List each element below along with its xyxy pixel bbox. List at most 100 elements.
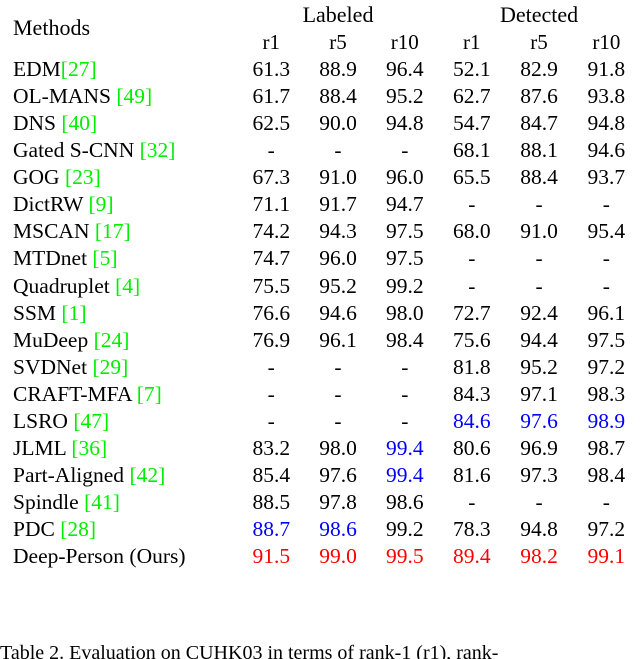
citation-reference[interactable]: [7] xyxy=(137,382,162,406)
citation-reference[interactable]: [42] xyxy=(129,463,165,487)
metric-value-cell: 61.3 xyxy=(252,56,291,81)
citation-reference[interactable]: [4] xyxy=(115,274,140,298)
citation-reference[interactable]: [49] xyxy=(116,84,152,108)
citation-reference[interactable]: [28] xyxy=(60,517,96,541)
metric-value-cell: 94.8 xyxy=(520,517,558,542)
metric-value-cell: 75.6 xyxy=(452,327,491,352)
metric-value-cell: 88.9 xyxy=(319,56,357,81)
metric-value-cell: - xyxy=(267,138,275,163)
metric-value-cell: 96.9 xyxy=(520,436,558,461)
metric-value-cell: 97.5 xyxy=(385,219,424,244)
table-row: MTDnet [5] 74.7 96.0 97.5 - - - xyxy=(0,246,640,273)
metric-value-cell: 94.8 xyxy=(385,110,424,135)
metric-value-cell: 95.2 xyxy=(319,273,357,298)
method-name-cell: PDC [28] xyxy=(13,517,97,542)
column-header-detected-r1: r1 xyxy=(463,30,481,54)
metric-value-cell: 91.0 xyxy=(520,219,558,244)
metric-value-cell: 96.1 xyxy=(319,327,357,352)
metric-value-cell: 74.2 xyxy=(252,219,291,244)
metric-value-cell: 94.3 xyxy=(319,219,357,244)
metric-value-cell: 97.3 xyxy=(520,463,558,488)
metric-value-cell: - xyxy=(401,354,409,379)
metric-value-cell: - xyxy=(267,354,275,379)
metric-value-cell: - xyxy=(401,381,409,406)
table-row: LSRO [47] - - - 84.6 97.6 98.9 xyxy=(0,408,640,435)
metric-value-cell: 90.0 xyxy=(319,110,357,135)
metric-value-cell: 94.8 xyxy=(587,110,626,135)
metric-value-cell: 97.6 xyxy=(520,409,558,434)
metric-value-cell: - xyxy=(602,192,610,217)
method-name-cell: EDM[27] xyxy=(13,56,97,81)
citation-reference[interactable]: [23] xyxy=(65,165,101,189)
citation-reference[interactable]: [29] xyxy=(92,355,128,379)
metric-value-cell: 82.9 xyxy=(520,56,558,81)
citation-reference[interactable]: [9] xyxy=(88,192,113,216)
metric-value-cell: 74.7 xyxy=(252,246,291,271)
metric-value-cell: - xyxy=(535,490,543,515)
metric-value-cell: - xyxy=(535,273,543,298)
column-header-labeled-r1: r1 xyxy=(262,30,281,54)
citation-reference[interactable]: [40] xyxy=(61,111,97,135)
method-name-cell: GOG [23] xyxy=(13,165,101,190)
table-row: SSM [1] 76.6 94.6 98.0 72.7 92.4 96.1 xyxy=(0,300,640,327)
metric-value-cell: 78.3 xyxy=(452,517,491,542)
table-row: MSCAN [17] 74.2 94.3 97.5 68.0 91.0 95.4 xyxy=(0,219,640,246)
metric-value-cell: 97.5 xyxy=(385,246,424,271)
column-group-header-detected: Detected xyxy=(500,1,579,27)
metric-value-cell: 94.6 xyxy=(319,300,357,325)
metric-value-cell: 98.6 xyxy=(319,517,357,542)
column-header-labeled-r5: r5 xyxy=(329,30,347,54)
method-name-cell: Part-Aligned [42] xyxy=(13,463,166,488)
method-name-cell: OL-MANS [49] xyxy=(13,83,153,108)
metric-value-cell: 83.2 xyxy=(252,436,291,461)
metric-value-cell: 97.6 xyxy=(319,463,357,488)
metric-value-cell: 93.8 xyxy=(587,83,626,108)
metric-value-cell: 96.0 xyxy=(319,246,357,271)
metric-value-cell: 52.1 xyxy=(452,56,491,81)
metric-value-cell: 91.7 xyxy=(319,192,357,217)
citation-reference[interactable]: [1] xyxy=(61,301,86,325)
metric-value-cell: - xyxy=(334,138,342,163)
metric-value-cell: 65.5 xyxy=(452,165,491,190)
metric-value-cell: 92.4 xyxy=(520,300,558,325)
metric-value-cell: 99.2 xyxy=(385,273,424,298)
citation-reference[interactable]: [32] xyxy=(140,138,176,162)
table-row: PDC [28] 88.7 98.6 99.2 78.3 94.8 97.2 xyxy=(0,517,640,544)
table-row-ours: Deep-Person (Ours) 91.5 99.0 99.5 89.4 98.2 99… xyxy=(0,544,640,571)
metric-value-cell: 88.4 xyxy=(520,165,558,190)
metric-value-cell-ours: 99.1 xyxy=(587,544,626,569)
method-name-cell: LSRO [47] xyxy=(13,409,110,434)
metric-value-cell: 54.7 xyxy=(452,110,491,135)
metric-value-cell: 68.1 xyxy=(452,138,491,163)
table-row: Gated S-CNN [32] - - - 68.1 88.1 94.6 xyxy=(0,137,640,164)
citation-reference[interactable]: [27] xyxy=(61,57,97,81)
table-row: SVDNet [29] - - - 81.8 95.2 97.2 xyxy=(0,354,640,381)
metric-value-cell: 94.7 xyxy=(385,192,424,217)
table-caption: Table 2. Evaluation on CUHK03 in terms o… xyxy=(0,642,499,659)
citation-reference[interactable]: [24] xyxy=(94,328,130,352)
metric-value-cell: 95.2 xyxy=(520,354,558,379)
metric-value-cell: 68.0 xyxy=(452,219,491,244)
metric-value-cell: - xyxy=(468,192,476,217)
citation-reference[interactable]: [36] xyxy=(71,436,107,460)
metric-value-cell: 75.5 xyxy=(252,273,291,298)
table-row: Part-Aligned [42] 85.4 97.6 99.4 81.6 97.3 98.… xyxy=(0,462,640,489)
column-header-detected-r5: r5 xyxy=(530,30,548,54)
metric-value-cell: 91.0 xyxy=(319,165,357,190)
metric-value-cell: 98.0 xyxy=(385,300,424,325)
citation-reference[interactable]: [47] xyxy=(73,409,109,433)
table-row: GOG [23] 67.3 91.0 96.0 65.5 88.4 93.7 xyxy=(0,164,640,191)
metric-value-cell: - xyxy=(602,490,610,515)
table-row: DictRW [9] 71.1 91.7 94.7 - - - xyxy=(0,191,640,218)
table-row: EDM[27] 61.3 88.9 96.4 52.1 82.9 91.8 xyxy=(0,56,640,83)
citation-reference[interactable]: [17] xyxy=(95,219,131,243)
metric-value-cell-ours: 89.4 xyxy=(452,544,491,569)
column-header-labeled-r10: r10 xyxy=(390,30,419,54)
citation-reference[interactable]: [5] xyxy=(92,246,117,270)
metric-value-cell: 71.1 xyxy=(252,192,291,217)
citation-reference[interactable]: [41] xyxy=(84,490,120,514)
metric-value-cell: 98.6 xyxy=(385,490,424,515)
metric-value-cell: - xyxy=(468,246,476,271)
table-row: CRAFT-MFA [7] - - - 84.3 97.1 98.3 xyxy=(0,381,640,408)
metric-value-cell: 76.9 xyxy=(252,327,291,352)
